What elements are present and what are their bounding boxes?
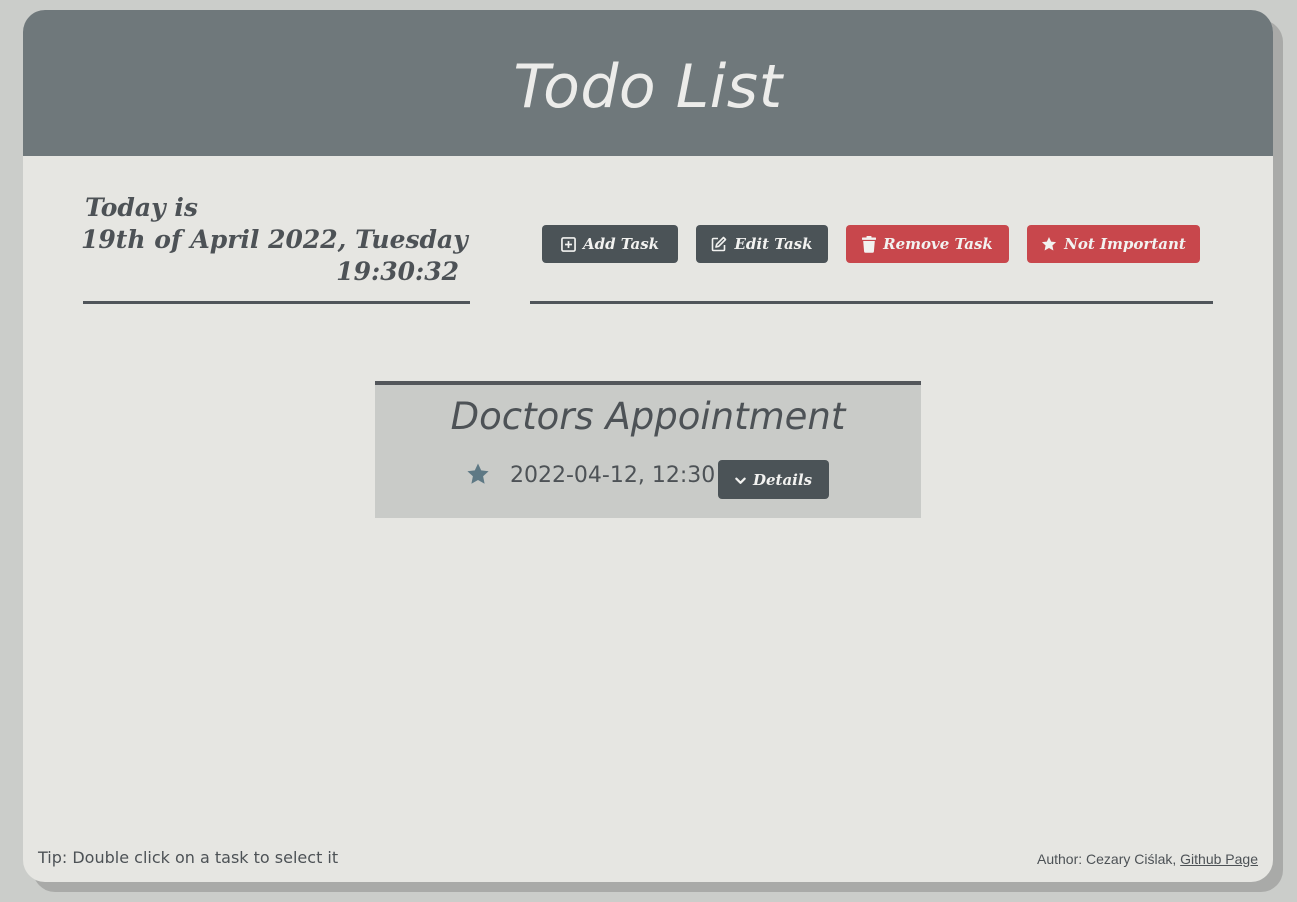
task-datetime: 2022-04-12, 12:30 (510, 463, 716, 488)
trash-icon (862, 235, 877, 253)
chevron-down-icon (735, 471, 746, 489)
page-title: Todo List (513, 52, 783, 122)
clock-time: 19:30:32 (336, 257, 459, 286)
not-important-label: Not Important (1064, 235, 1186, 253)
header: Todo List (23, 10, 1273, 156)
add-task-button[interactable]: Add Task (542, 225, 678, 263)
author-credit: Author: Cezary Ciślak, Github Page (1037, 851, 1258, 867)
task-title: Doctors Appointment (450, 395, 846, 438)
edit-task-label: Edit Task (734, 235, 813, 253)
github-link[interactable]: Github Page (1180, 851, 1258, 867)
toolbar-divider (530, 301, 1213, 304)
edit-icon (711, 236, 727, 252)
add-task-label: Add Task (582, 235, 660, 253)
date-display: Today is 19th of April 2022, Tuesday 19:… (81, 192, 473, 288)
tip-text: Tip: Double click on a task to select it (38, 848, 339, 867)
remove-task-label: Remove Task (883, 235, 993, 253)
details-label: Details (752, 470, 813, 489)
date-text: 19th of April 2022, Tuesday (81, 225, 468, 254)
remove-task-button[interactable]: Remove Task (846, 225, 1009, 263)
star-icon[interactable] (466, 462, 490, 490)
author-text: Author: Cezary Ciślak, (1036, 851, 1177, 867)
task-card[interactable]: Doctors Appointment 2022-04-12, 12:30 De… (375, 381, 921, 518)
date-divider (83, 301, 470, 304)
edit-task-button[interactable]: Edit Task (696, 225, 828, 263)
app-card: Todo List Today is 19th of April 2022, T… (23, 10, 1273, 882)
not-important-button[interactable]: Not Important (1027, 225, 1200, 263)
star-icon (1041, 236, 1057, 252)
date-intro: Today is (85, 193, 198, 222)
details-button[interactable]: Details (718, 460, 829, 499)
plus-square-icon (561, 236, 576, 252)
